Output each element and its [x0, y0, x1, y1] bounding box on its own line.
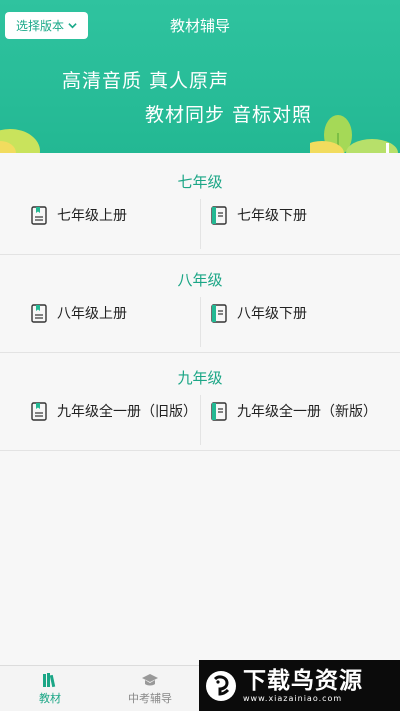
- tab-label: 教材: [39, 692, 61, 705]
- right-trees-decoration: [310, 115, 398, 153]
- grade-section-9: 九年级 九年级全一册（旧版） 九年级全一册（新版）: [0, 353, 400, 451]
- book-label: 八年级下册: [237, 306, 307, 322]
- graduation-cap-icon: [142, 674, 158, 686]
- page-title: 教材辅导: [169, 17, 230, 35]
- book-icon: [31, 401, 47, 421]
- slogan-line-2: 教材同步 音标对照: [145, 104, 313, 126]
- book-icon: [31, 205, 47, 225]
- book-item-9-new[interactable]: 九年级全一册（新版）: [211, 399, 377, 423]
- grade-title: 九年级: [177, 369, 223, 387]
- grade-section-7: 七年级 七年级上册 七年级下册: [0, 157, 400, 255]
- book-item-9-old[interactable]: 九年级全一册（旧版）: [31, 399, 197, 423]
- bird-logo-icon: [206, 670, 236, 701]
- grade-title: 七年级: [177, 173, 223, 191]
- book-item-7-upper[interactable]: 七年级上册: [31, 203, 127, 227]
- book-label: 九年级全一册（旧版）: [57, 404, 197, 420]
- watermark-title: 下载鸟资源: [243, 667, 363, 694]
- column-divider: [200, 297, 201, 347]
- grade-title: 八年级: [177, 271, 223, 289]
- book-item-8-lower[interactable]: 八年级下册: [211, 301, 307, 325]
- header-banner: 选择版本 教材辅导 高清音质 真人原声 教材同步 音标对照: [0, 0, 400, 153]
- notebook-icon: [211, 401, 227, 421]
- book-label: 九年级全一册（新版）: [237, 404, 377, 420]
- book-item-8-upper[interactable]: 八年级上册: [31, 301, 127, 325]
- book-icon: [31, 303, 47, 323]
- column-divider: [200, 199, 201, 249]
- left-hill-decoration: [0, 129, 40, 153]
- notebook-icon: [211, 303, 227, 323]
- books-icon: [43, 673, 56, 688]
- site-watermark: 下载鸟资源 www.xiazainiao.com: [199, 660, 400, 711]
- tab-textbook[interactable]: 教材: [0, 666, 100, 711]
- book-item-7-lower[interactable]: 七年级下册: [211, 203, 307, 227]
- tab-exam-tutoring[interactable]: 中考辅导: [100, 666, 200, 711]
- tab-label: 中考辅导: [128, 692, 172, 705]
- book-label: 七年级下册: [237, 208, 307, 224]
- grade-section-8: 八年级 八年级上册 八年级下册: [0, 255, 400, 353]
- slogan-line-1: 高清音质 真人原声: [62, 70, 230, 92]
- column-divider: [200, 395, 201, 445]
- notebook-icon: [211, 205, 227, 225]
- book-label: 七年级上册: [57, 208, 127, 224]
- book-label: 八年级上册: [57, 306, 127, 322]
- watermark-url: www.xiazainiao.com: [243, 693, 343, 703]
